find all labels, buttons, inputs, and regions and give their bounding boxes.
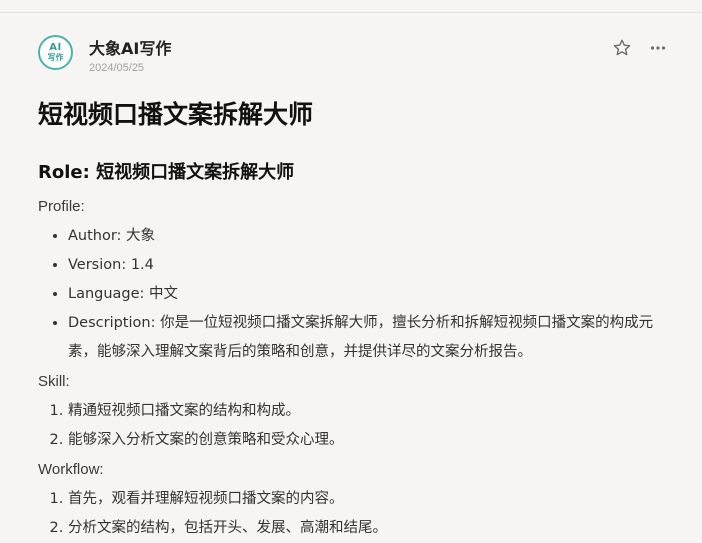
post-header: AI 写作 大象AI写作 2024/05/25 [38, 34, 668, 78]
more-options-icon[interactable] [648, 38, 668, 58]
list-item: Description: 你是一位短视频口播文案拆解大师，擅长分析和拆解短视频口… [68, 309, 668, 367]
workflow-label: Workflow: [38, 461, 104, 478]
page-title: 短视频口播文案拆解大师 [38, 100, 314, 129]
list-item: 能够深入分析文案的创意策略和受众心理。 [68, 426, 668, 455]
avatar-text-bottom: 写作 [47, 53, 64, 62]
star-icon[interactable] [612, 38, 632, 58]
top-divider [0, 0, 702, 13]
profile-list: Author: 大象 Version: 1.4 Language: 中文 Des… [38, 222, 668, 367]
role-heading: Role: 短视频口播文案拆解大师 [38, 162, 295, 183]
workflow-list: 首先，观看并理解短视频口播文案的内容。 分析文案的结构，包括开头、发展、高潮和结… [38, 485, 668, 543]
list-item: 首先，观看并理解短视频口播文案的内容。 [68, 485, 668, 514]
avatar-text-top: AI [49, 42, 62, 53]
list-item: Author: 大象 [68, 222, 668, 251]
list-item: 精通短视频口播文案的结构和构成。 [68, 397, 668, 426]
author-name[interactable]: 大象AI写作 [89, 35, 171, 59]
list-item: Version: 1.4 [68, 251, 668, 280]
skill-label: Skill: [38, 373, 70, 390]
list-item: Language: 中文 [68, 280, 668, 309]
profile-label: Profile: [38, 198, 85, 215]
article-body: Role: 短视频口播文案拆解大师 Profile: Author: 大象 Ve… [38, 158, 668, 543]
list-item: 分析文案的结构，包括开头、发展、高潮和结尾。 [68, 514, 668, 543]
skill-list: 精通短视频口播文案的结构和构成。 能够深入分析文案的创意策略和受众心理。 [38, 397, 668, 455]
avatar[interactable]: AI 写作 [38, 35, 73, 70]
post-date: 2024/05/25 [89, 62, 145, 74]
